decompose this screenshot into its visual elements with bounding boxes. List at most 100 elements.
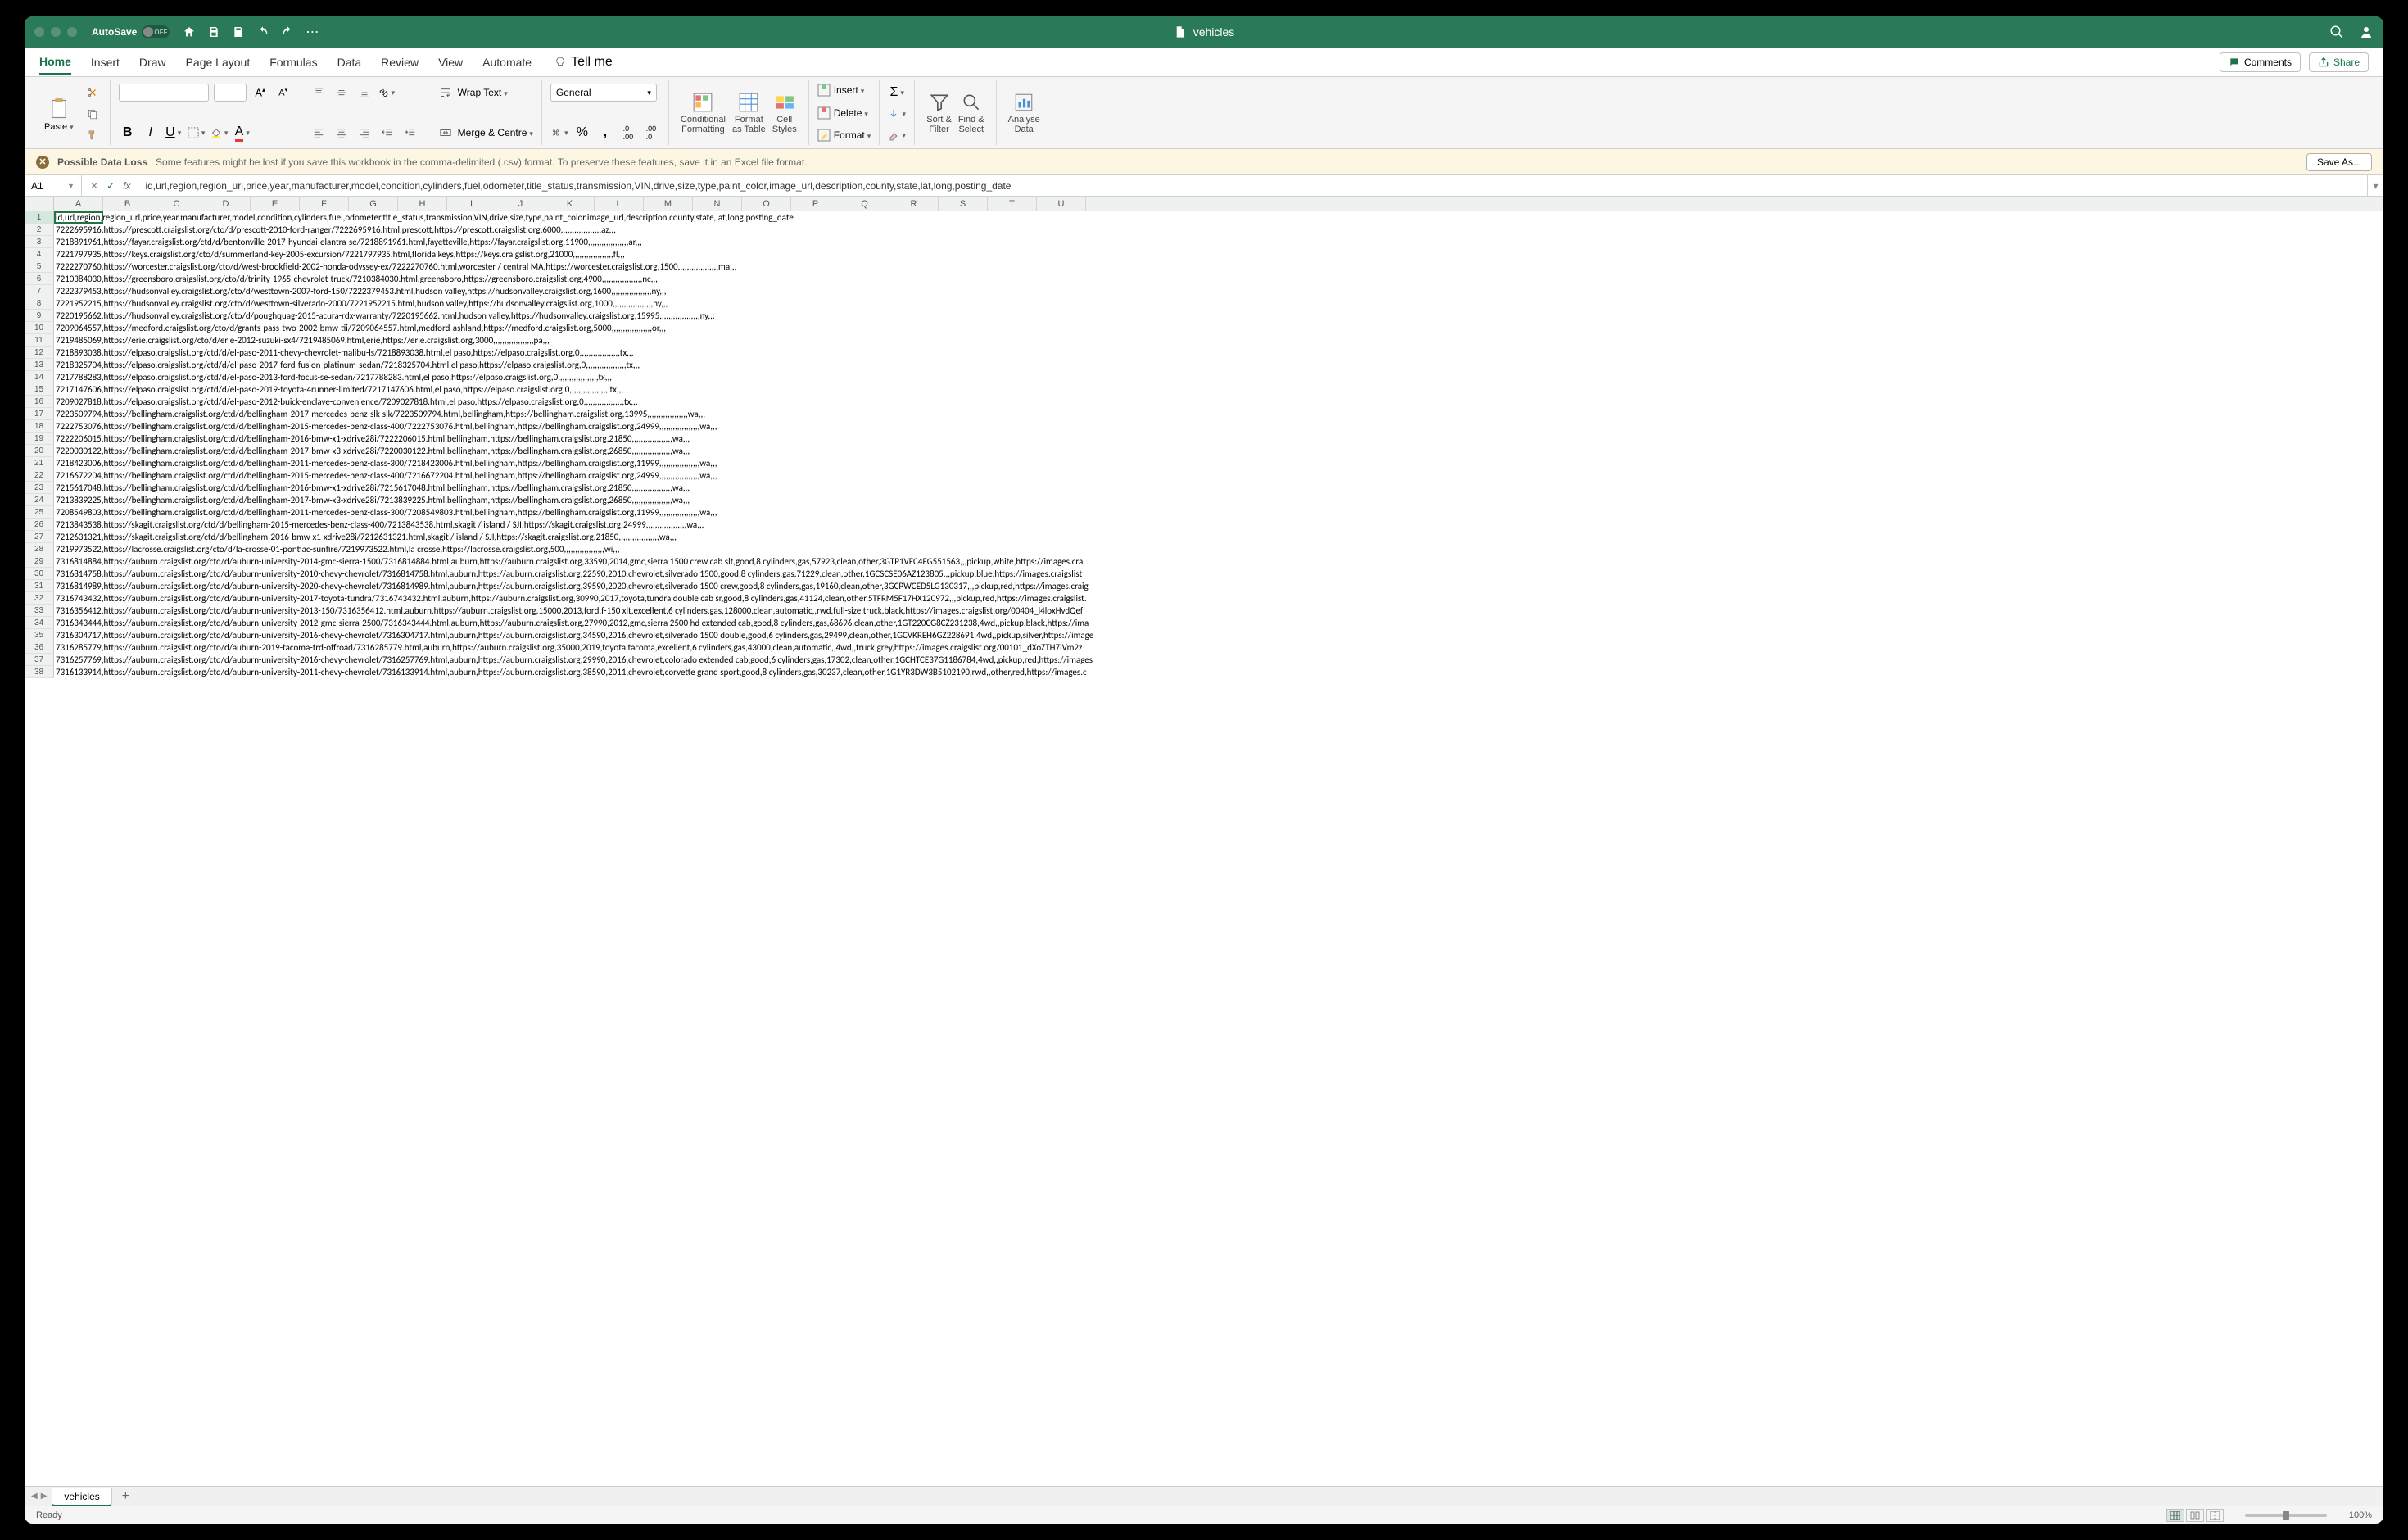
cell-a34[interactable]: 7316343444,https://auburn.craigslist.org… [54,617,1089,629]
cell-a28[interactable]: 7219973522,https://lacrosse.craigslist.o… [54,543,620,555]
row-header[interactable]: 30 [25,568,54,580]
column-header-K[interactable]: K [545,197,595,211]
row-header[interactable]: 17 [25,408,54,420]
conditional-formatting-button[interactable]: Conditional Formatting [677,90,729,136]
select-all-corner[interactable] [25,197,54,211]
zoom-in-button[interactable]: + [2335,1511,2340,1520]
clear-button[interactable] [888,126,906,144]
align-top-button[interactable] [310,84,328,102]
column-header-C[interactable]: C [152,197,201,211]
bold-button[interactable]: B [119,124,137,142]
zoom-slider[interactable] [2245,1514,2327,1517]
cell-a25[interactable]: 7208549803,https://bellingham.craigslist… [54,506,717,519]
align-center-button[interactable] [333,124,351,142]
underline-button[interactable]: U [165,124,183,142]
cell-a27[interactable]: 7212631321,https://skagit.craigslist.org… [54,531,677,543]
row-header[interactable]: 8 [25,297,54,310]
row-header[interactable]: 25 [25,506,54,519]
cell-a8[interactable]: 7221952215,https://hudsonvalley.craigsli… [54,297,668,310]
merge-icon-btn[interactable] [437,124,455,142]
page-layout-view-button[interactable] [2186,1509,2204,1522]
increase-font-button[interactable]: A▴ [251,84,269,102]
number-format-select[interactable]: General▾ [550,84,657,102]
cell-a24[interactable]: 7213839225,https://bellingham.craigslist… [54,494,690,506]
row-header[interactable]: 15 [25,383,54,396]
row-header[interactable]: 2 [25,224,54,236]
row-header[interactable]: 12 [25,346,54,359]
increase-indent-button[interactable] [401,124,419,142]
cell-a18[interactable]: 7222753076,https://bellingham.craigslist… [54,420,717,433]
spreadsheet-grid[interactable]: ABCDEFGHIJKLMNOPQRSTU 1id,url,region,reg… [25,197,2383,1486]
add-sheet-button[interactable]: + [117,1489,134,1504]
row-header[interactable]: 29 [25,555,54,568]
cell-a6[interactable]: 7210384030,https://greensboro.craigslist… [54,273,658,285]
column-header-M[interactable]: M [644,197,693,211]
column-header-N[interactable]: N [693,197,742,211]
decrease-indent-button[interactable] [378,124,396,142]
column-header-J[interactable]: J [496,197,545,211]
row-header[interactable]: 5 [25,260,54,273]
row-header[interactable]: 32 [25,592,54,605]
decrease-font-button[interactable]: A▾ [274,84,292,102]
close-window[interactable] [34,27,44,37]
qat-more-icon[interactable]: ⋯ [306,24,319,40]
tab-automate[interactable]: Automate [482,51,532,74]
cell-a5[interactable]: 7222270760,https://worcester.craigslist.… [54,260,736,273]
home-icon[interactable] [183,25,196,38]
row-header[interactable]: 31 [25,580,54,592]
find-select-button[interactable]: Find & Select [955,90,988,136]
normal-view-button[interactable] [2166,1509,2184,1522]
zoom-out-button[interactable]: − [2232,1511,2237,1520]
font-size-select[interactable] [214,84,247,102]
tab-data[interactable]: Data [337,51,362,74]
cell-a33[interactable]: 7316356412,https://auburn.craigslist.org… [54,605,1083,617]
cell-a12[interactable]: 7218893038,https://elpaso.craigslist.org… [54,346,633,359]
cell-a10[interactable]: 7209064557,https://medford.craigslist.or… [54,322,666,334]
autosave-toggle[interactable]: OFF [142,25,170,38]
font-color-button[interactable]: A [233,124,251,142]
row-header[interactable]: 1 [25,211,54,224]
delete-cells-button[interactable]: Delete [834,107,868,119]
fx-icon[interactable]: fx [123,180,130,192]
cell-a38[interactable]: 7316133914,https://auburn.craigslist.org… [54,666,1087,678]
cell-a7[interactable]: 7222379453,https://hudsonvalley.craigsli… [54,285,667,297]
cell-a31[interactable]: 7316814989,https://auburn.craigslist.org… [54,580,1089,592]
row-header[interactable]: 26 [25,519,54,531]
comments-button[interactable]: Comments [2220,52,2301,72]
cell-a29[interactable]: 7316814884,https://auburn.craigslist.org… [54,555,1083,568]
row-header[interactable]: 36 [25,641,54,654]
row-header[interactable]: 3 [25,236,54,248]
column-header-R[interactable]: R [889,197,939,211]
column-header-Q[interactable]: Q [840,197,889,211]
paste-button[interactable]: Paste [39,94,79,134]
cell-a36[interactable]: 7316285779,https://auburn.craigslist.org… [54,641,1082,654]
tab-page-layout[interactable]: Page Layout [186,51,251,74]
zoom-level[interactable]: 100% [2349,1511,2372,1520]
sheet-tab-vehicles[interactable]: vehicles [52,1488,111,1506]
row-header[interactable]: 27 [25,531,54,543]
align-middle-button[interactable] [333,84,351,102]
cell-a1[interactable]: id,url,region,region_url,price,year,manu… [54,211,794,224]
column-header-F[interactable]: F [300,197,349,211]
row-header[interactable]: 19 [25,433,54,445]
align-right-button[interactable] [355,124,373,142]
cell-a32[interactable]: 7316743432,https://auburn.craigslist.org… [54,592,1087,605]
row-header[interactable]: 23 [25,482,54,494]
column-header-B[interactable]: B [103,197,152,211]
row-header[interactable]: 16 [25,396,54,408]
row-header[interactable]: 6 [25,273,54,285]
decrease-decimal-button[interactable]: .00.0 [642,124,660,142]
tab-review[interactable]: Review [381,51,419,74]
cut-button[interactable] [84,84,102,102]
tab-formulas[interactable]: Formulas [269,51,317,74]
redo-icon[interactable] [281,25,294,38]
italic-button[interactable]: I [142,124,160,142]
row-header[interactable]: 38 [25,666,54,678]
orientation-button[interactable]: ab [378,84,396,102]
cell-a20[interactable]: 7220030122,https://bellingham.craigslist… [54,445,690,457]
wrap-text-button[interactable]: Wrap Text [458,87,508,98]
column-header-L[interactable]: L [595,197,644,211]
row-header[interactable]: 11 [25,334,54,346]
cell-a26[interactable]: 7213843538,https://skagit.craigslist.org… [54,519,704,531]
cell-a17[interactable]: 7223509794,https://bellingham.craigslist… [54,408,705,420]
